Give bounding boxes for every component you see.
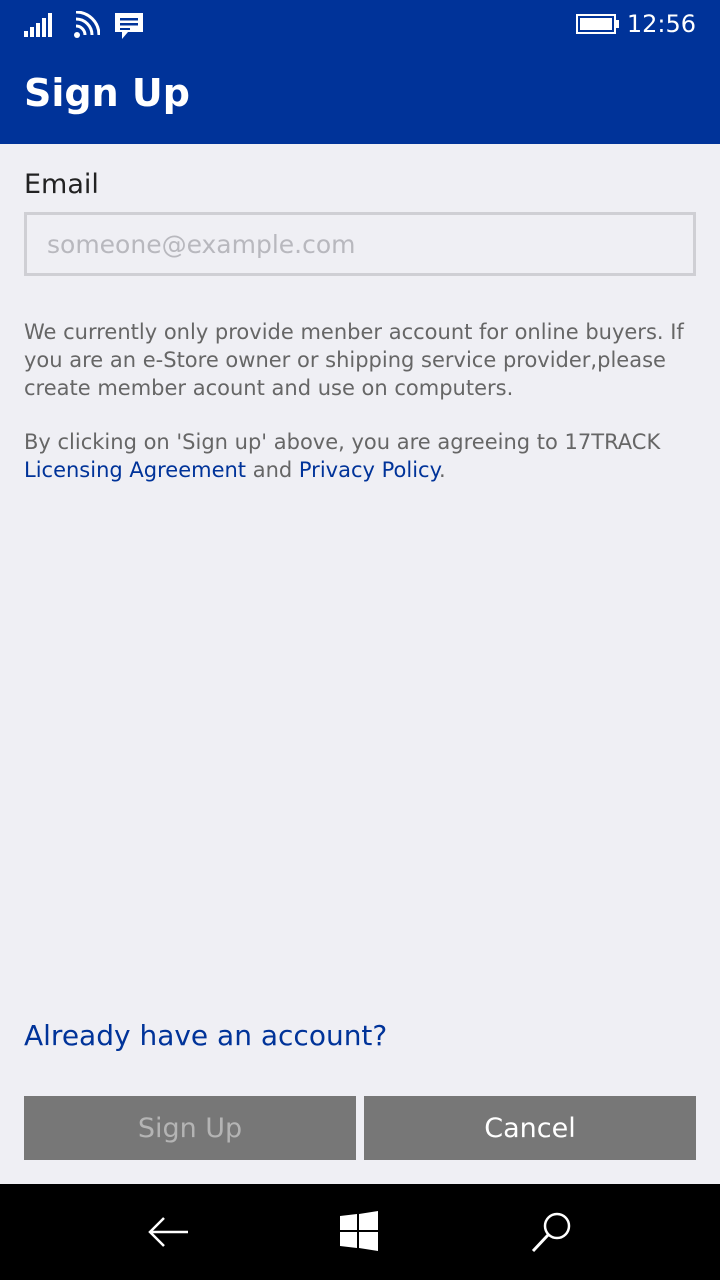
windows-logo-icon[interactable] <box>338 1210 382 1254</box>
status-bar: 12:56 <box>0 0 720 48</box>
sign-up-button[interactable]: Sign Up <box>24 1096 356 1160</box>
app-header: Sign Up <box>0 48 720 144</box>
agreement-middle: and <box>246 458 299 482</box>
search-icon[interactable] <box>530 1210 574 1254</box>
page-title: Sign Up <box>24 71 190 115</box>
info-text: We currently only provide menber account… <box>24 320 684 400</box>
email-label: Email <box>24 169 99 200</box>
navigation-bar <box>0 1184 720 1280</box>
wifi-icon <box>74 11 100 38</box>
email-field[interactable] <box>24 212 696 276</box>
agreement-text: By clicking on 'Sign up' above, you are … <box>24 428 700 484</box>
cancel-button[interactable]: Cancel <box>364 1096 696 1160</box>
privacy-policy-link[interactable]: Privacy Policy <box>299 458 439 482</box>
already-have-account-link[interactable]: Already have an account? <box>24 1018 387 1054</box>
agreement-suffix: . <box>439 458 446 482</box>
signal-icon <box>24 13 52 37</box>
battery-icon <box>576 14 619 34</box>
back-arrow-icon[interactable] <box>146 1210 190 1254</box>
status-time: 12:56 <box>626 10 696 38</box>
message-icon <box>115 13 143 39</box>
agreement-prefix: By clicking on 'Sign up' above, you are … <box>24 430 661 454</box>
licensing-agreement-link[interactable]: Licensing Agreement <box>24 458 246 482</box>
